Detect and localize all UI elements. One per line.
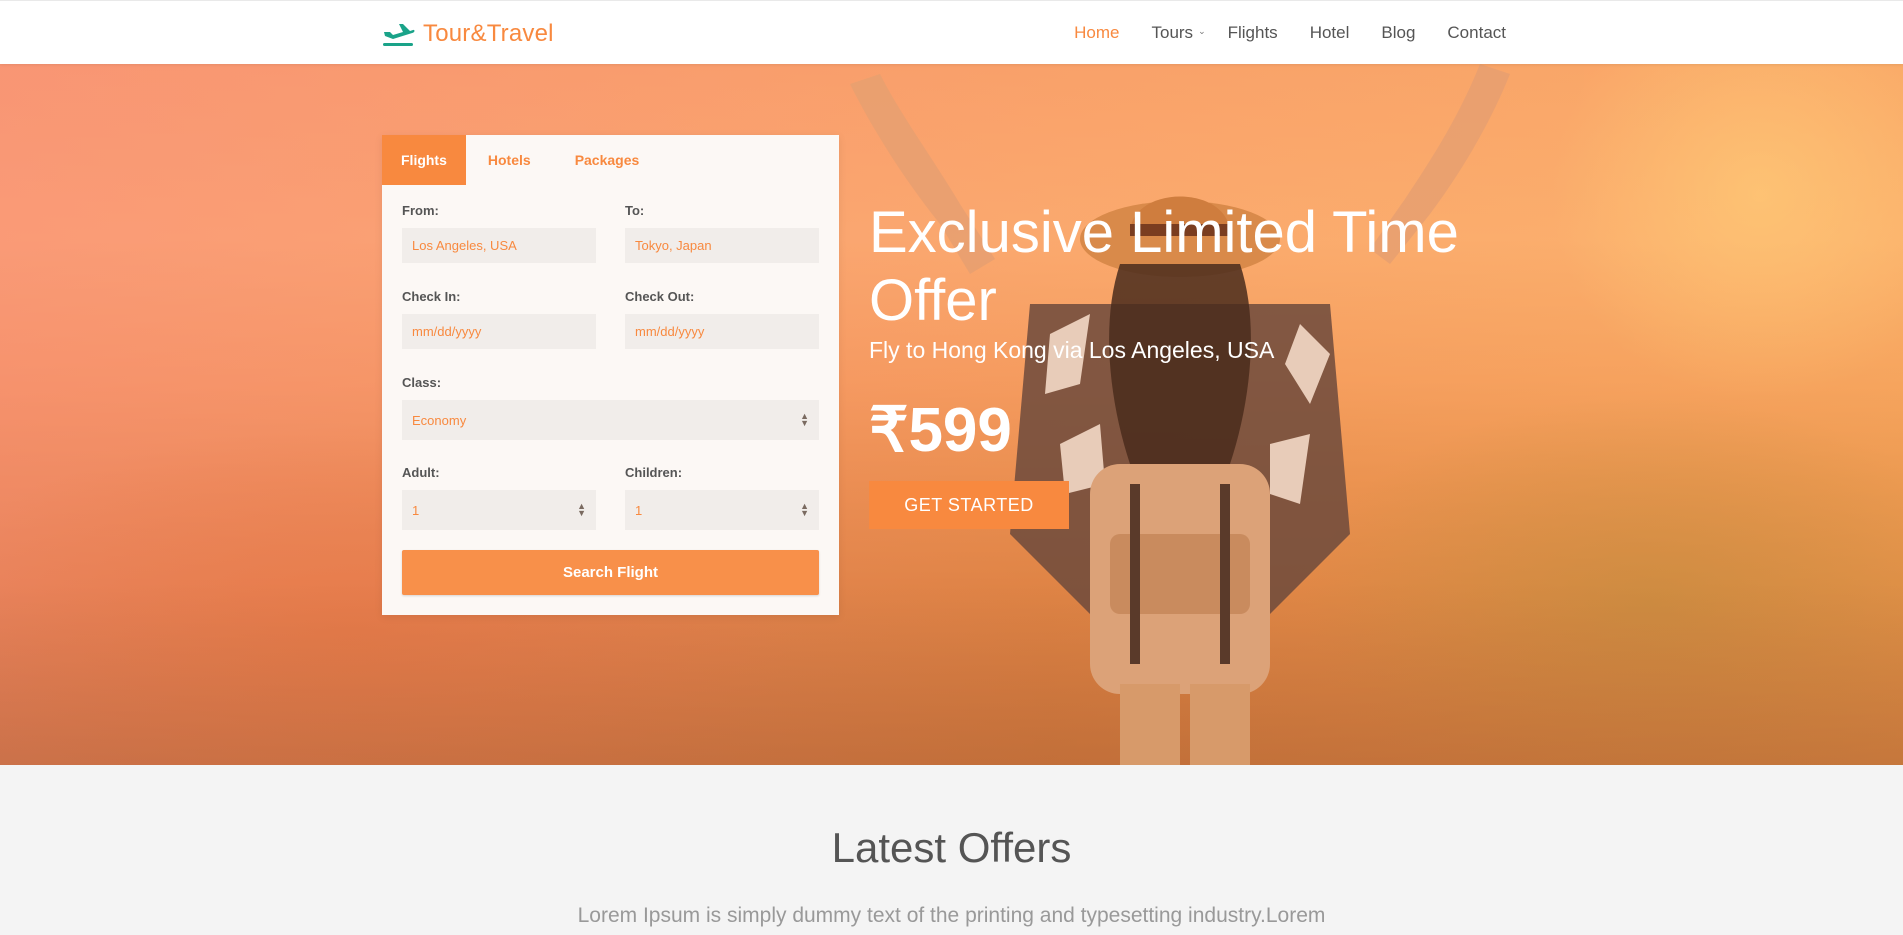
- checkout-field-group: Check Out:: [625, 289, 819, 349]
- checkin-field-group: Check In:: [402, 289, 596, 349]
- class-select[interactable]: Economy ▲ ▼: [402, 400, 819, 440]
- nav-contact[interactable]: Contact: [1447, 23, 1506, 43]
- checkout-label: Check Out:: [625, 289, 695, 304]
- checkout-input[interactable]: [625, 314, 819, 349]
- booking-form-body: From: To: Check In: Check Out:: [382, 185, 839, 595]
- from-field-group: From:: [402, 203, 596, 263]
- dates-row: Check In: Check Out:: [402, 289, 819, 349]
- from-input[interactable]: [402, 228, 596, 263]
- tab-hotels[interactable]: Hotels: [466, 135, 553, 185]
- select-arrows-icon: ▲ ▼: [800, 411, 809, 428]
- class-label: Class:: [402, 375, 442, 390]
- checkin-label: Check In:: [402, 289, 461, 304]
- children-label: Children:: [625, 465, 683, 480]
- adult-select[interactable]: 1 ▲ ▼: [402, 490, 596, 530]
- adult-field-group: Adult: 1 ▲ ▼: [402, 465, 596, 530]
- offer-block: Exclusive Limited Time Offer Fly to Hong…: [869, 135, 1569, 529]
- booking-form-card: Flights Hotels Packages From: To: Check …: [382, 135, 839, 615]
- brand-name: Tour&Travel: [423, 20, 554, 47]
- hero-banner: Flights Hotels Packages From: To: Check …: [0, 64, 1903, 765]
- latest-offers-title: Latest Offers: [831, 824, 1072, 871]
- tab-packages[interactable]: Packages: [553, 135, 662, 185]
- offer-subtitle: Fly to Hong Kong via Los Angeles, USA: [869, 337, 1275, 363]
- main-nav: Home Tours ⌄ Flights Hotel Blog Contact: [1042, 1, 1506, 65]
- chevron-down-icon: ⌄: [1198, 25, 1206, 36]
- children-select[interactable]: 1 ▲ ▼: [625, 490, 819, 530]
- adult-select-value: 1: [412, 502, 420, 518]
- airplane-icon: [383, 24, 415, 46]
- adult-label: Adult:: [402, 465, 440, 480]
- select-arrows-icon: ▲ ▼: [800, 501, 809, 518]
- sun-glow: [1550, 64, 1903, 404]
- from-label: From:: [402, 203, 439, 218]
- nav-tours-label: Tours: [1151, 23, 1194, 42]
- nav-hotel[interactable]: Hotel: [1310, 23, 1350, 43]
- to-input[interactable]: [625, 228, 819, 263]
- class-field-group: Class: Economy ▲ ▼: [402, 375, 819, 440]
- offer-title: Exclusive Limited Time Offer: [869, 200, 1459, 333]
- children-field-group: Children: 1 ▲ ▼: [625, 465, 819, 530]
- passengers-row: Adult: 1 ▲ ▼ Children: 1 ▲ ▼: [402, 465, 819, 530]
- nav-home[interactable]: Home: [1074, 23, 1119, 43]
- class-select-value: Economy: [412, 412, 467, 428]
- get-started-button[interactable]: GET STARTED: [869, 481, 1069, 529]
- nav-blog[interactable]: Blog: [1381, 23, 1415, 43]
- top-navbar: Tour&Travel Home Tours ⌄ Flights Hotel B…: [0, 0, 1903, 64]
- nav-flights[interactable]: Flights: [1228, 23, 1278, 43]
- checkin-input[interactable]: [402, 314, 596, 349]
- to-label: To:: [625, 203, 645, 218]
- to-field-group: To:: [625, 203, 819, 263]
- nav-tours[interactable]: Tours ⌄: [1151, 23, 1205, 43]
- children-select-value: 1: [635, 502, 643, 518]
- booking-tabs: Flights Hotels Packages: [382, 135, 839, 185]
- select-arrows-icon: ▲ ▼: [577, 501, 586, 518]
- brand-logo-link[interactable]: Tour&Travel: [381, 19, 554, 49]
- search-flight-button[interactable]: Search Flight: [402, 550, 819, 595]
- tab-flights[interactable]: Flights: [382, 135, 466, 185]
- latest-offers-text: Lorem Ipsum is simply dummy text of the …: [577, 904, 1326, 927]
- route-row: From: To:: [402, 203, 819, 263]
- offer-price: ₹599: [869, 396, 1012, 465]
